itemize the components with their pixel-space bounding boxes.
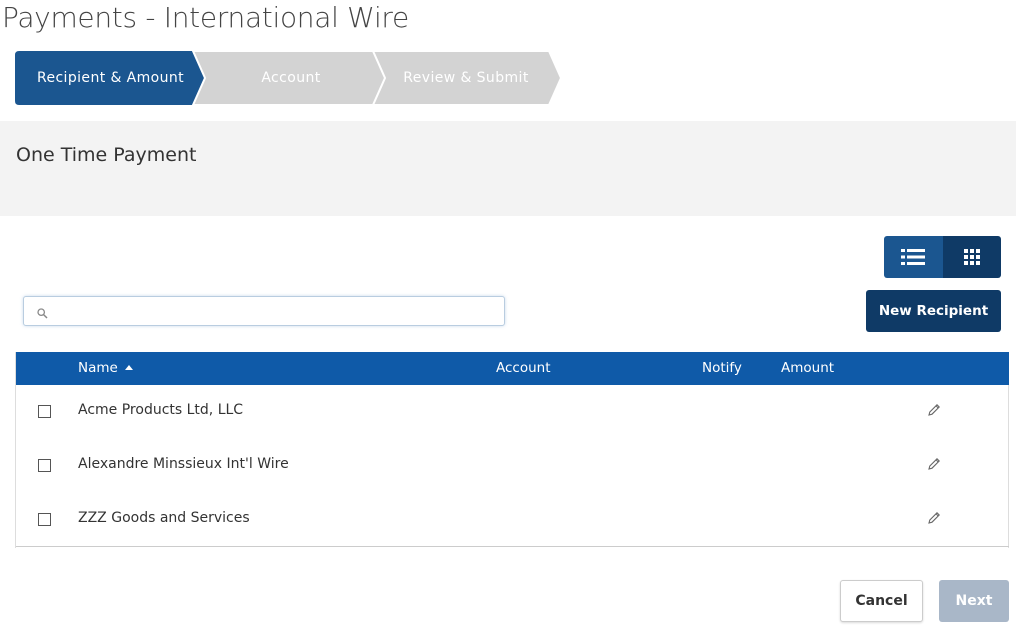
sort-ascending-icon (124, 365, 133, 370)
grid-view-icon (963, 249, 980, 265)
wizard-step-label: Recipient & Amount (36, 70, 185, 86)
recipient-name: Acme Products Ltd, LLC (78, 402, 244, 418)
page-title: Payments - International Wire (2, 1, 409, 34)
table-header: Name Account Notify Amount (16, 352, 1009, 385)
column-header-account: Account (496, 360, 551, 376)
row-checkbox[interactable] (38, 405, 51, 418)
next-button[interactable]: Next (939, 580, 1009, 622)
table-row: Acme Products Ltd, LLC (16, 385, 1009, 439)
table-row: Alexandre Minssieux Int'l Wire (16, 439, 1009, 493)
row-checkbox[interactable] (38, 513, 51, 526)
recipient-name: Alexandre Minssieux Int'l Wire (78, 456, 289, 472)
recipients-table: Name Account Notify Amount Acme Products… (15, 352, 1009, 548)
row-checkbox[interactable] (38, 459, 51, 472)
wizard-step-account[interactable]: Account (191, 51, 391, 105)
wizard-step-review-submit[interactable]: Review & Submit (371, 51, 571, 105)
wizard-step-label: Review & Submit (403, 70, 529, 86)
wizard-step-recipient-amount[interactable]: Recipient & Amount (15, 51, 206, 105)
table-bottom-border (16, 546, 1009, 547)
wizard-progress: Recipient & Amount Account Review & Subm… (15, 51, 575, 105)
column-header-name[interactable]: Name (78, 360, 133, 376)
edit-pencil-icon[interactable] (927, 511, 941, 525)
recipient-name: ZZZ Goods and Services (78, 510, 250, 526)
column-header-label: Name (78, 360, 118, 376)
edit-pencil-icon[interactable] (927, 457, 941, 471)
edit-pencil-icon[interactable] (927, 403, 941, 417)
list-view-button[interactable] (884, 236, 943, 278)
grid-view-button[interactable] (942, 236, 1001, 278)
column-header-notify: Notify (702, 360, 742, 376)
view-toggle (884, 236, 1001, 278)
cancel-button[interactable]: Cancel (840, 580, 923, 622)
column-header-amount: Amount (781, 360, 835, 376)
list-view-icon (901, 249, 926, 265)
table-row: ZZZ Goods and Services (16, 493, 1009, 547)
wizard-step-label: Account (261, 70, 321, 86)
search-input[interactable] (56, 299, 496, 323)
search-box[interactable] (23, 296, 505, 326)
search-icon (37, 308, 48, 319)
section-title: One Time Payment (16, 144, 197, 166)
section-header (0, 121, 1016, 216)
new-recipient-button[interactable]: New Recipient (866, 290, 1001, 332)
